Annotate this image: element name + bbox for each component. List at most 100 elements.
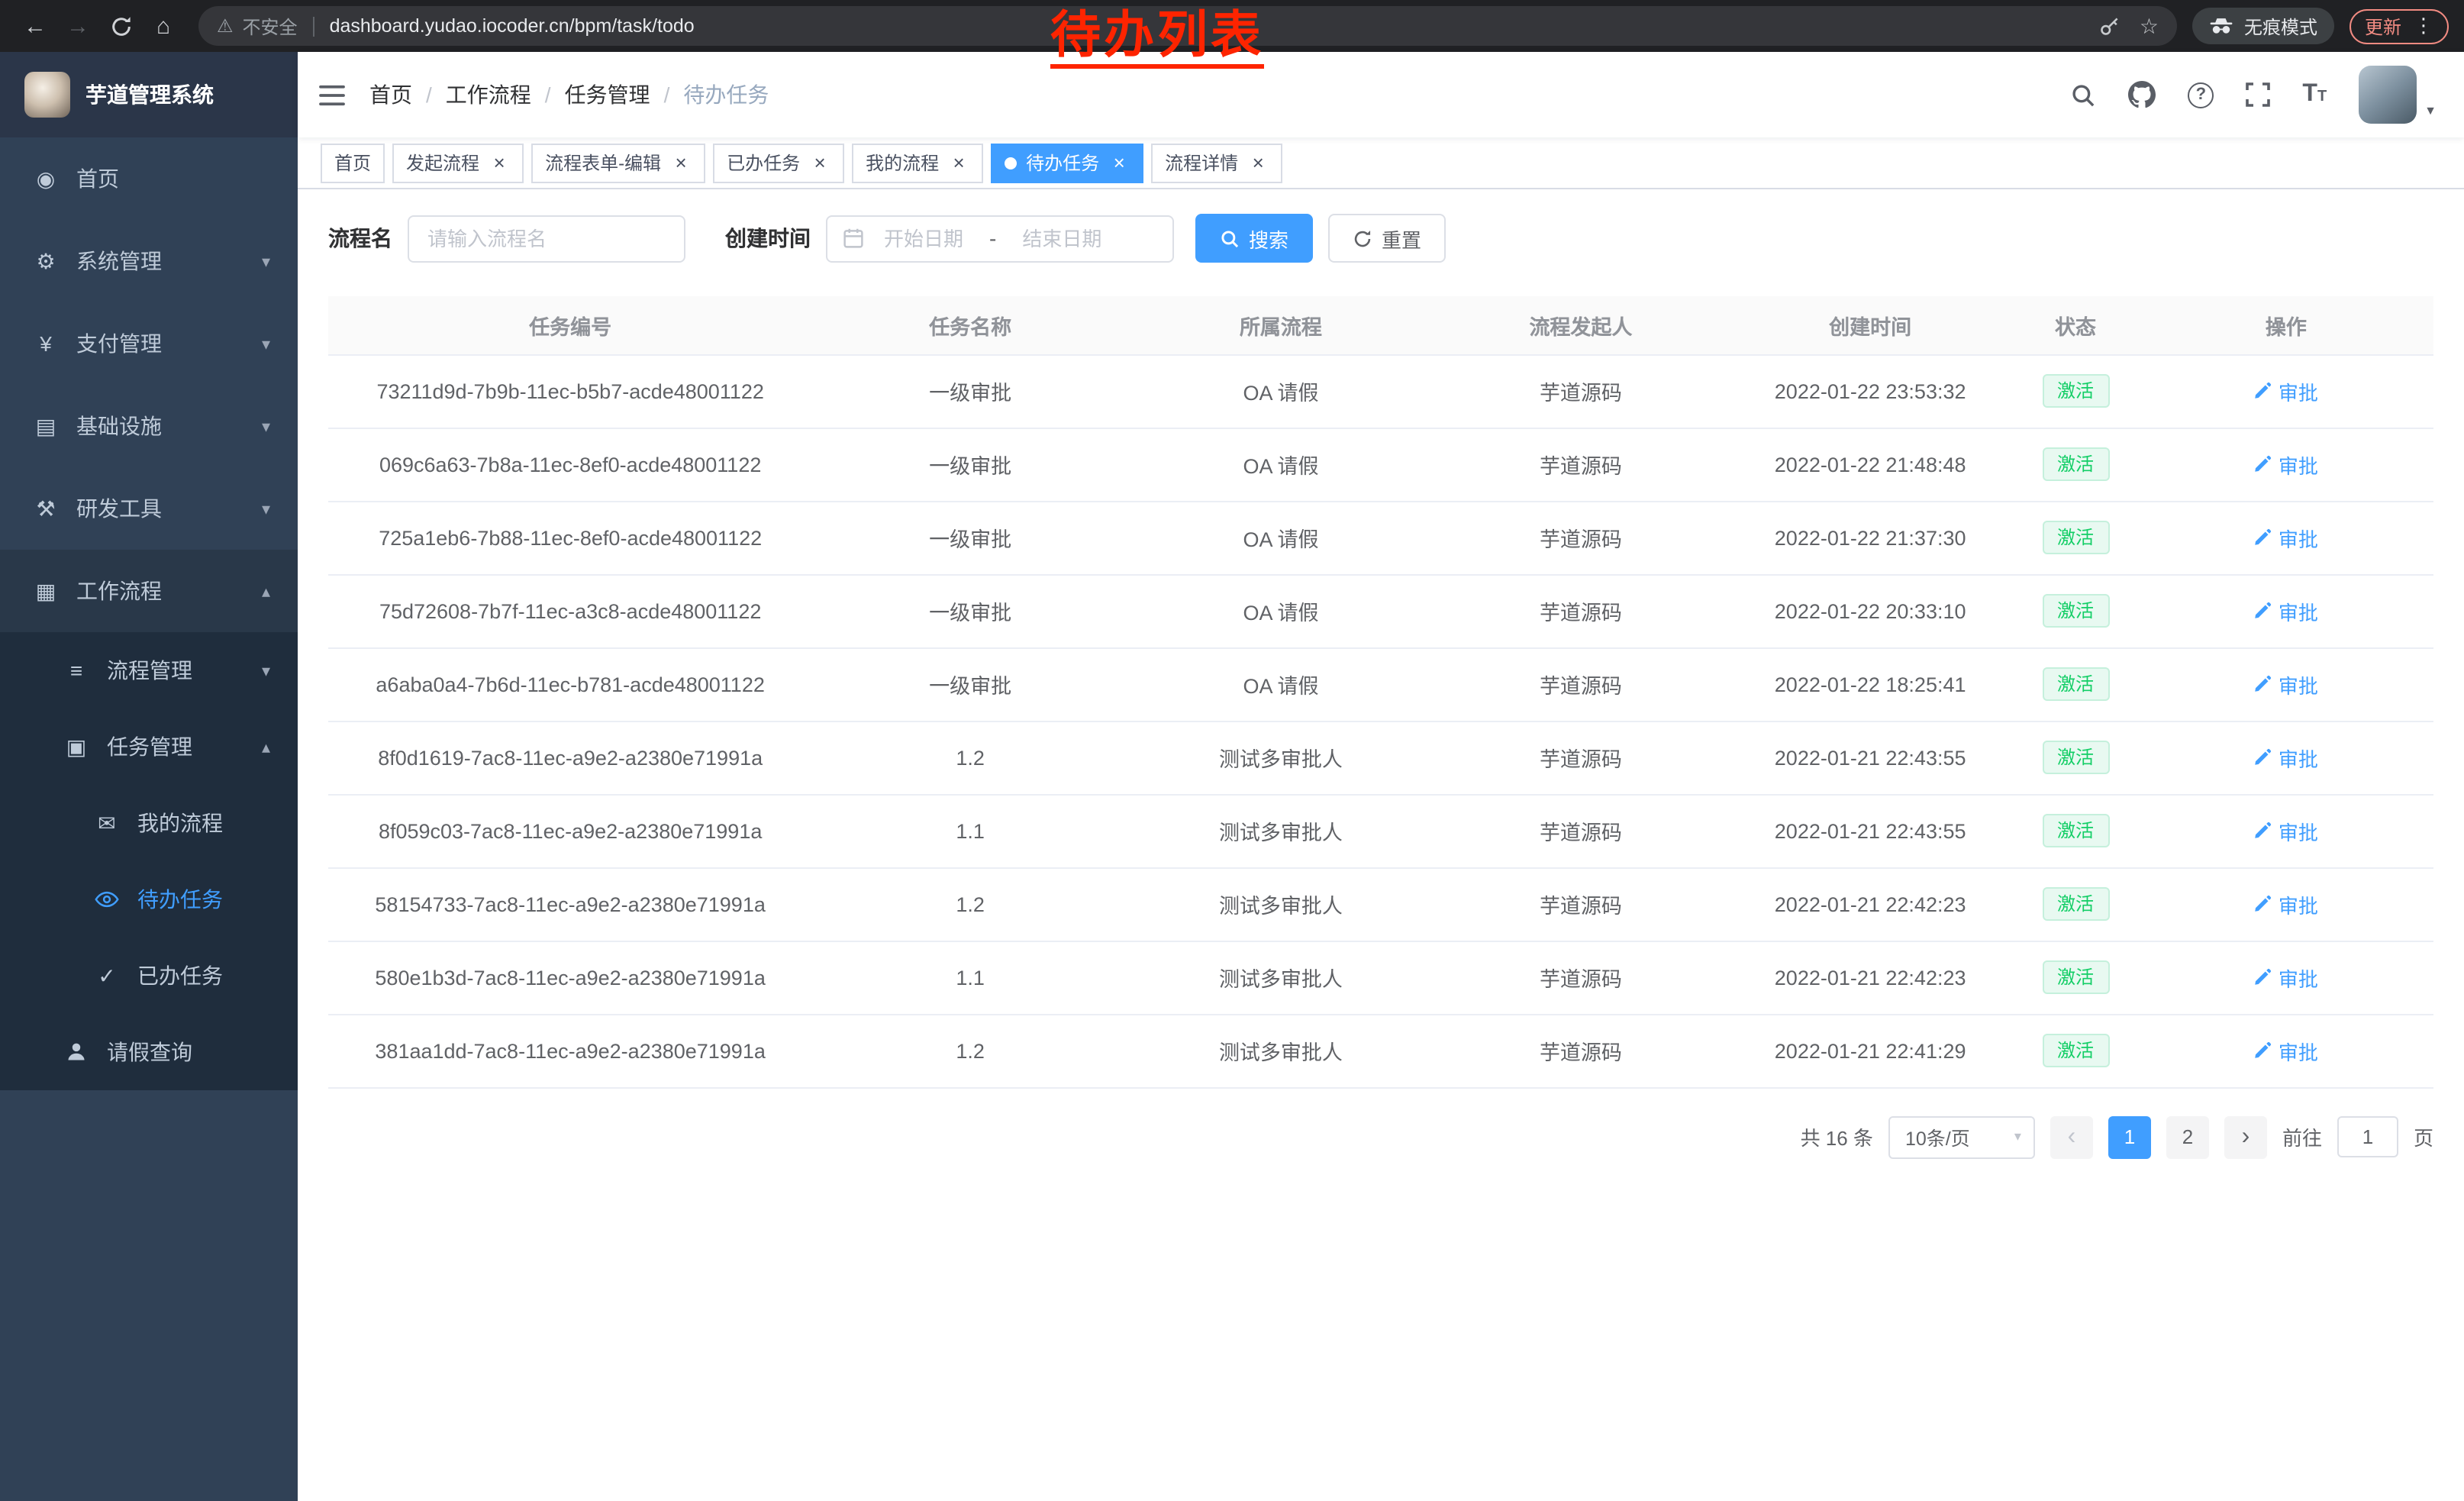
tab-initiate-process[interactable]: 发起流程 × <box>392 143 524 182</box>
edit-icon <box>2254 455 2272 473</box>
reset-button[interactable]: 重置 <box>1328 214 1446 263</box>
browser-menu-dots-icon[interactable]: ⋮ <box>2414 14 2433 38</box>
process-name-label: 流程名 <box>328 223 392 253</box>
search-button[interactable]: 搜索 <box>1195 214 1313 263</box>
task-id-cell: 73211d9d-7b9b-11ec-b5b7-acde48001122 <box>328 354 812 428</box>
task-id-cell: 75d72608-7b7f-11ec-a3c8-acde48001122 <box>328 574 812 647</box>
sidebar-item-home[interactable]: ◉ 首页 <box>0 137 298 220</box>
process-cell: 测试多审批人 <box>1128 941 1434 1014</box>
logo-avatar <box>24 72 70 118</box>
sidebar-item-task-management[interactable]: ▣ 任务管理 ▴ <box>0 709 298 785</box>
sidebar-item-process-management[interactable]: ≡ 流程管理 ▾ <box>0 632 298 709</box>
process-cell: OA 请假 <box>1128 647 1434 721</box>
chevron-down-icon: ▾ <box>262 334 270 353</box>
sidebar-item-leave-query[interactable]: 请假查询 <box>0 1014 298 1090</box>
status-badge: 激活 <box>2042 960 2109 994</box>
date-range-picker[interactable]: - <box>826 215 1174 262</box>
sidebar-menu: ◉ 首页 ⚙ 系统管理 ▾ ¥ 支付管理 ▾ ▤ 基础设施 ▾ <box>0 137 298 1090</box>
tab-close-icon[interactable]: × <box>489 152 510 173</box>
sidebar-fold-icon[interactable] <box>319 83 345 106</box>
sidebar-item-payment-management[interactable]: ¥ 支付管理 ▾ <box>0 302 298 385</box>
tab-done-tasks[interactable]: 已办任务 × <box>713 143 844 182</box>
sidebar-item-workflow[interactable]: ▦ 工作流程 ▴ <box>0 550 298 632</box>
user-avatar[interactable] <box>2359 66 2417 124</box>
tab-process-detail[interactable]: 流程详情 × <box>1151 143 1282 182</box>
approve-link[interactable]: 审批 <box>2254 376 2318 405</box>
user-menu[interactable]: ▼ <box>2359 66 2437 124</box>
browser-back-icon[interactable]: ← <box>15 6 55 46</box>
date-separator: - <box>983 226 1002 250</box>
browser-reload-icon[interactable] <box>101 6 140 46</box>
status-badge: 激活 <box>2042 814 2109 847</box>
help-icon[interactable]: ? <box>2188 82 2214 108</box>
sidebar-item-label: 任务管理 <box>107 731 262 762</box>
page-unit-label: 页 <box>2414 1122 2433 1151</box>
col-task-id: 任务编号 <box>328 296 812 354</box>
tab-close-icon[interactable]: × <box>809 152 830 173</box>
font-size-icon[interactable]: TT <box>2302 81 2327 108</box>
refresh-icon <box>1353 228 1372 248</box>
end-date-input[interactable] <box>1008 225 1115 251</box>
start-date-input[interactable] <box>870 225 977 251</box>
sidebar-item-infrastructure[interactable]: ▤ 基础设施 ▾ <box>0 385 298 467</box>
goto-page-input[interactable] <box>2337 1116 2398 1157</box>
fullscreen-icon[interactable] <box>2246 82 2270 107</box>
sidebar-item-label: 请假查询 <box>107 1037 270 1067</box>
tab-label: 流程详情 <box>1165 150 1238 176</box>
bookmark-star-icon[interactable]: ☆ <box>2140 13 2159 39</box>
page-size-select[interactable]: 10条/页 ▾ <box>1888 1115 2035 1158</box>
table-row: 725a1eb6-7b88-11ec-8ef0-acde48001122 一级审… <box>328 501 2433 574</box>
created-cell: 2022-01-22 21:48:48 <box>1728 428 2012 501</box>
process-cell: 测试多审批人 <box>1128 1014 1434 1087</box>
browser-home-icon[interactable]: ⌂ <box>144 6 183 46</box>
github-icon[interactable] <box>2128 81 2156 108</box>
tab-close-icon[interactable]: × <box>670 152 692 173</box>
url-text: dashboard.yudao.iocoder.cn/bpm/task/todo <box>330 15 695 37</box>
search-icon[interactable] <box>2070 82 2096 108</box>
breadcrumb-task-management[interactable]: 任务管理 <box>565 79 650 110</box>
browser-forward-icon[interactable]: → <box>58 6 98 46</box>
incognito-icon <box>2209 17 2233 35</box>
sidebar-item-dev-tools[interactable]: ⚒ 研发工具 ▾ <box>0 467 298 550</box>
process-name-input[interactable] <box>408 215 685 262</box>
created-cell: 2022-01-21 22:41:29 <box>1728 1014 2012 1087</box>
tab-close-icon[interactable]: × <box>948 152 969 173</box>
todo-task-table: 任务编号 任务名称 所属流程 流程发起人 创建时间 状态 操作 <box>328 296 2433 1088</box>
task-id-cell: a6aba0a4-7b6d-11ec-b781-acde48001122 <box>328 647 812 721</box>
approve-link[interactable]: 审批 <box>2254 889 2318 918</box>
prev-page-button[interactable]: ‹ <box>2050 1115 2093 1158</box>
created-cell: 2022-01-22 21:37:30 <box>1728 501 2012 574</box>
approve-link[interactable]: 审批 <box>2254 670 2318 699</box>
initiator-cell: 芋道源码 <box>1434 428 1728 501</box>
tab-home[interactable]: 首页 <box>321 143 385 182</box>
tab-todo-tasks[interactable]: 待办任务 × <box>991 143 1143 182</box>
page-1-button[interactable]: 1 <box>2108 1115 2151 1158</box>
approve-link[interactable]: 审批 <box>2254 816 2318 845</box>
approve-link[interactable]: 审批 <box>2254 596 2318 625</box>
col-status: 状态 <box>2012 296 2138 354</box>
sidebar-item-my-process[interactable]: ✉ 我的流程 <box>0 785 298 861</box>
approve-link[interactable]: 审批 <box>2254 743 2318 772</box>
breadcrumb-workflow[interactable]: 工作流程 <box>446 79 531 110</box>
next-page-button[interactable]: › <box>2224 1115 2267 1158</box>
breadcrumb-home[interactable]: 首页 <box>369 79 412 110</box>
browser-update-button[interactable]: 更新 ⋮ <box>2350 8 2449 44</box>
incognito-badge[interactable]: 无痕模式 <box>2192 8 2334 44</box>
table-row: a6aba0a4-7b6d-11ec-b781-acde48001122 一级审… <box>328 647 2433 721</box>
gear-icon: ⚙ <box>31 248 61 274</box>
password-key-icon[interactable] <box>2100 15 2121 37</box>
approve-link[interactable]: 审批 <box>2254 963 2318 992</box>
approve-link[interactable]: 审批 <box>2254 1036 2318 1065</box>
approve-link[interactable]: 审批 <box>2254 450 2318 479</box>
sidebar-item-system-management[interactable]: ⚙ 系统管理 ▾ <box>0 220 298 302</box>
tab-close-icon[interactable]: × <box>1108 152 1130 173</box>
tab-my-process[interactable]: 我的流程 × <box>852 143 983 182</box>
sidebar-item-todo-tasks[interactable]: 待办任务 <box>0 861 298 938</box>
tab-close-icon[interactable]: × <box>1247 152 1269 173</box>
approve-link[interactable]: 审批 <box>2254 523 2318 552</box>
status-badge: 激活 <box>2042 887 2109 921</box>
sidebar-item-done-tasks[interactable]: ✓ 已办任务 <box>0 938 298 1014</box>
tab-process-form-edit[interactable]: 流程表单-编辑 × <box>531 143 705 182</box>
page-2-button[interactable]: 2 <box>2166 1115 2209 1158</box>
table-row: 8f0d1619-7ac8-11ec-a9e2-a2380e71991a 1.2… <box>328 721 2433 794</box>
